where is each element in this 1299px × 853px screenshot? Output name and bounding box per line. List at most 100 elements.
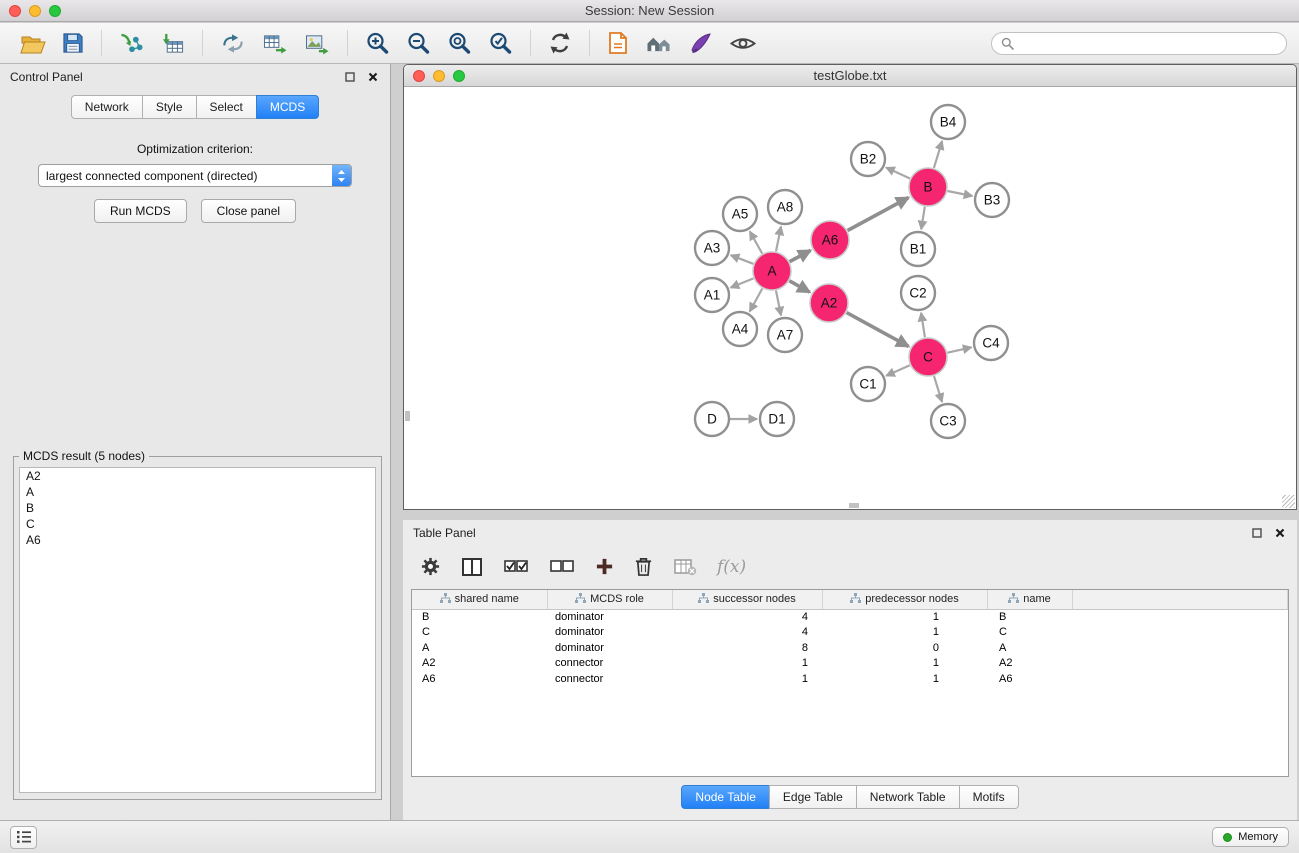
graph-edge-A-A6[interactable]	[790, 250, 811, 261]
import-table-button[interactable]	[159, 30, 187, 57]
select-all-button[interactable]	[500, 554, 532, 580]
table-cell[interactable]: A	[412, 641, 547, 657]
search-box[interactable]	[991, 32, 1287, 55]
table-cell[interactable]: C	[412, 625, 547, 641]
result-item[interactable]: B	[20, 500, 375, 516]
birdseye-view-button[interactable]	[643, 30, 675, 57]
apply-layout-button[interactable]	[546, 29, 574, 57]
graph-edge-B-B4[interactable]	[934, 141, 942, 168]
function-builder-button[interactable]: f(x)	[714, 554, 749, 580]
zoom-window-button[interactable]	[49, 5, 61, 17]
graphics-details-button[interactable]	[727, 30, 759, 57]
close-table-panel-button[interactable]	[1273, 526, 1287, 540]
table-cell[interactable]: 1	[822, 625, 987, 641]
memory-button[interactable]: Memory	[1212, 827, 1289, 847]
export-network-button[interactable]	[218, 30, 248, 57]
graph-node-D1[interactable]: D1	[760, 402, 794, 436]
table-cell[interactable]: dominator	[547, 625, 672, 641]
network-minimize-button[interactable]	[433, 70, 445, 82]
tab-mcds[interactable]: MCDS	[256, 95, 319, 119]
graph-edge-B-B2[interactable]	[886, 168, 910, 179]
graph-node-A7[interactable]: A7	[768, 318, 802, 352]
export-image-button[interactable]	[302, 30, 332, 57]
delete-table-button[interactable]	[670, 554, 700, 580]
column-header-shared-name[interactable]: shared name	[412, 590, 547, 609]
table-row[interactable]: A6connector11A6	[412, 672, 1288, 688]
graph-node-A8[interactable]: A8	[768, 190, 802, 224]
zoom-selected-button[interactable]	[486, 29, 515, 58]
graph-edge-B-B1[interactable]	[921, 207, 925, 230]
table-cell[interactable]: connector	[547, 672, 672, 688]
save-session-button[interactable]	[60, 30, 86, 56]
zoom-in-button[interactable]	[363, 29, 392, 58]
table-row[interactable]: A2connector11A2	[412, 656, 1288, 672]
column-header-successor-nodes[interactable]: successor nodes	[672, 590, 822, 609]
table-cell[interactable]: dominator	[547, 641, 672, 657]
table-cell[interactable]: 1	[822, 609, 987, 625]
result-item[interactable]: A	[20, 484, 375, 500]
horizontal-scroll-indicator[interactable]	[849, 503, 859, 508]
show-panels-button[interactable]	[10, 826, 37, 849]
graph-edge-A6-B[interactable]	[848, 198, 909, 231]
graph-edge-C-C2[interactable]	[921, 313, 925, 337]
close-mcds-panel-button[interactable]: Close panel	[201, 199, 296, 223]
close-panel-button[interactable]	[366, 70, 380, 84]
graph-node-B[interactable]: B	[909, 168, 947, 206]
mcds-result-list[interactable]: A2ABCA6	[19, 467, 376, 793]
table-cell[interactable]: A	[987, 641, 1072, 657]
graph-edge-C-C1[interactable]	[886, 365, 910, 376]
table-cell[interactable]: 1	[822, 672, 987, 688]
graph-edge-C-C4[interactable]	[948, 347, 972, 352]
optimization-criterion-dropdown[interactable]: largest connected component (directed)	[38, 164, 352, 187]
network-close-button[interactable]	[413, 70, 425, 82]
table-cell[interactable]: B	[412, 609, 547, 625]
column-header-name[interactable]: name	[987, 590, 1072, 609]
resize-grip[interactable]	[1282, 495, 1295, 508]
graph-node-C3[interactable]: C3	[931, 404, 965, 438]
graph-edge-A-A5[interactable]	[750, 231, 762, 253]
graph-edge-B-B3[interactable]	[948, 191, 973, 196]
import-network-button[interactable]	[117, 30, 147, 57]
column-header-mcds-role[interactable]: MCDS role	[547, 590, 672, 609]
table-cell[interactable]: 1	[672, 672, 822, 688]
graph-node-B1[interactable]: B1	[901, 232, 935, 266]
export-table-button[interactable]	[260, 30, 290, 57]
zoom-fit-button[interactable]	[445, 29, 474, 58]
graph-node-C2[interactable]: C2	[901, 276, 935, 310]
delete-columns-button[interactable]	[631, 553, 656, 580]
close-window-button[interactable]	[9, 5, 21, 17]
tab-select[interactable]: Select	[196, 95, 257, 119]
graph-node-B2[interactable]: B2	[851, 142, 885, 176]
table-cell[interactable]: 4	[672, 609, 822, 625]
show-columns-button[interactable]	[458, 554, 486, 580]
graph-node-A3[interactable]: A3	[695, 231, 729, 265]
result-item[interactable]: A6	[20, 532, 375, 548]
graph-edge-A-A4[interactable]	[750, 289, 763, 312]
table-cell[interactable]: 4	[672, 625, 822, 641]
tab-style[interactable]: Style	[142, 95, 197, 119]
command-panel-button[interactable]	[605, 29, 631, 57]
graph-node-B3[interactable]: B3	[975, 183, 1009, 217]
table-mode-button[interactable]	[417, 553, 444, 580]
tab-network-table[interactable]: Network Table	[856, 785, 960, 809]
graph-node-D[interactable]: D	[695, 402, 729, 436]
table-row[interactable]: Cdominator41C	[412, 625, 1288, 641]
table-cell[interactable]: A6	[987, 672, 1072, 688]
graph-node-A2[interactable]: A2	[810, 284, 848, 322]
table-cell[interactable]: 0	[822, 641, 987, 657]
table-row[interactable]: Bdominator41B	[412, 609, 1288, 625]
graph-edge-A-A2[interactable]	[789, 281, 809, 292]
table-cell[interactable]: connector	[547, 656, 672, 672]
graph-node-A1[interactable]: A1	[695, 278, 729, 312]
table-cell[interactable]: 8	[672, 641, 822, 657]
tab-node-table[interactable]: Node Table	[681, 785, 770, 809]
network-zoom-button[interactable]	[453, 70, 465, 82]
column-header-predecessor-nodes[interactable]: predecessor nodes	[822, 590, 987, 609]
table-cell[interactable]: A2	[987, 656, 1072, 672]
open-session-button[interactable]	[18, 30, 48, 57]
result-item[interactable]: C	[20, 516, 375, 532]
table-cell[interactable]: A2	[412, 656, 547, 672]
graph-edge-A-A3[interactable]	[731, 255, 754, 264]
zoom-out-button[interactable]	[404, 29, 433, 58]
graph-edge-A2-C[interactable]	[847, 313, 909, 347]
